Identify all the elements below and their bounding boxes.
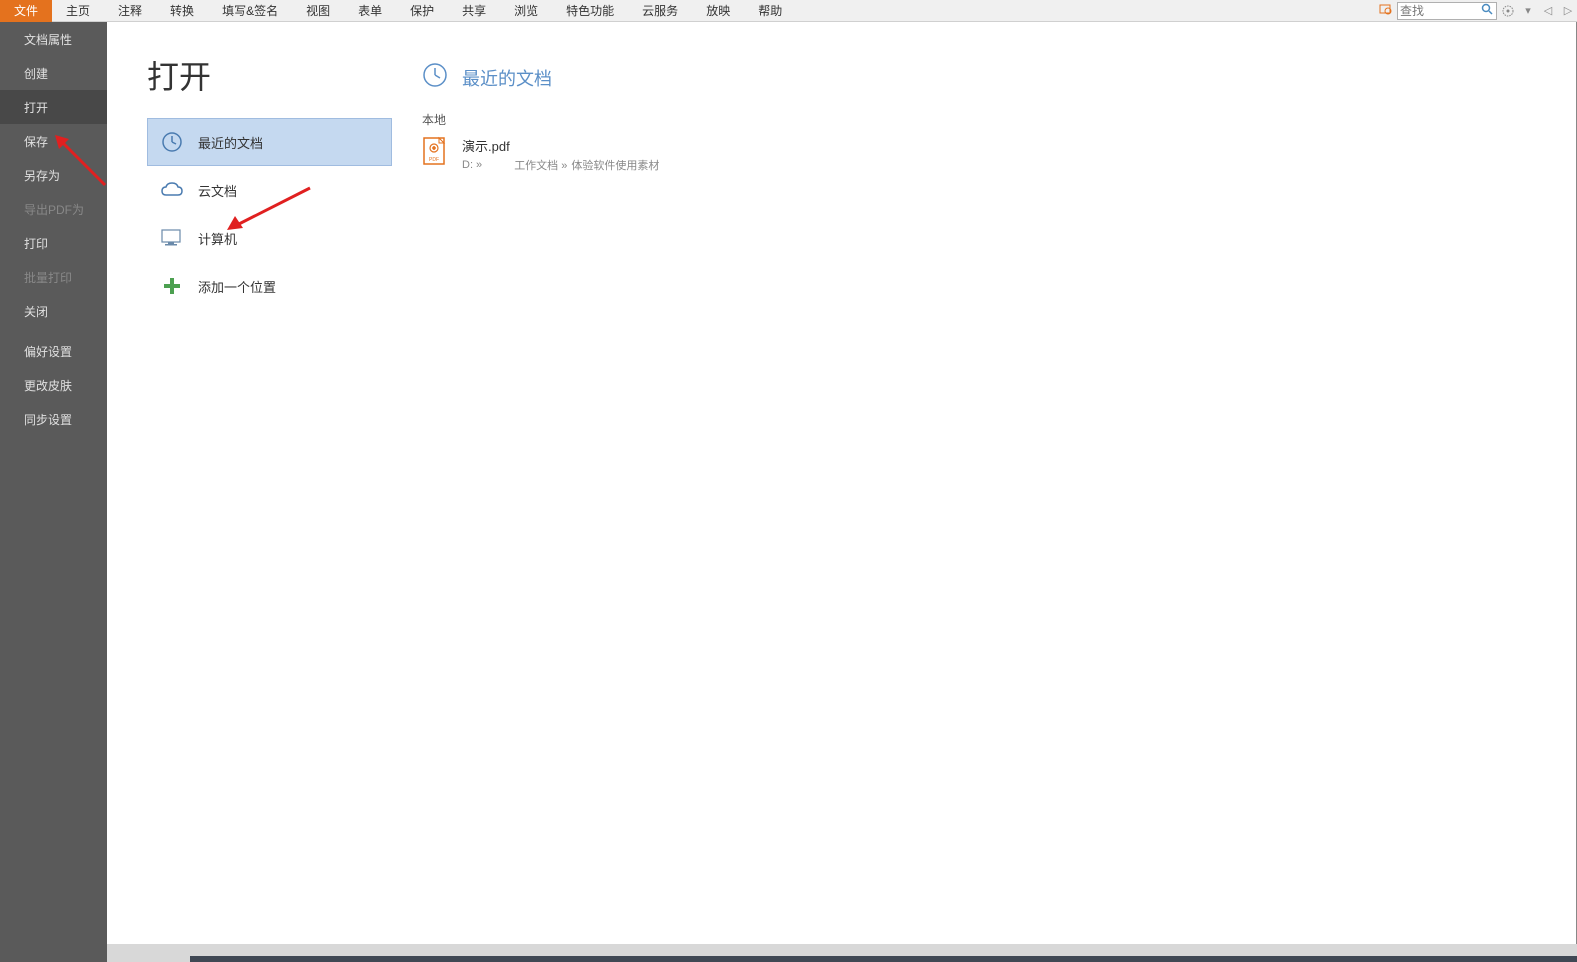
page-title: 打开: [147, 52, 392, 98]
menu-tab-feature[interactable]: 特色功能: [552, 0, 628, 22]
menu-tab-browse[interactable]: 浏览: [500, 0, 552, 22]
pdf-file-icon: PDF: [422, 136, 448, 166]
content-area: 打开 最近的文档 云文档: [107, 22, 1577, 962]
menu-tab-cloud[interactable]: 云服务: [628, 0, 692, 22]
search-tool-icon[interactable]: [1377, 2, 1395, 19]
detail-title: 最近的文档: [462, 65, 552, 91]
settings-icon[interactable]: [1499, 2, 1517, 20]
sidebar-item-save[interactable]: 保存: [0, 124, 107, 158]
svg-text:PDF: PDF: [429, 157, 439, 163]
menu-tab-comment[interactable]: 注释: [104, 0, 156, 22]
sidebar-item-preferences[interactable]: 偏好设置: [0, 334, 107, 368]
menu-tab-fillsign[interactable]: 填写&签名: [208, 0, 292, 22]
menu-tab-view[interactable]: 视图: [292, 0, 344, 22]
sub-item-cloud[interactable]: 云文档: [147, 166, 392, 214]
clock-icon: [160, 130, 184, 154]
sidebar-item-skin[interactable]: 更改皮肤: [0, 368, 107, 402]
file-sidebar: 文档属性 创建 打开 保存 另存为 导出PDF为 打印 批量打印 关闭 偏好设置…: [0, 22, 107, 962]
sidebar-item-create[interactable]: 创建: [0, 56, 107, 90]
nav-forward-icon[interactable]: ▷: [1559, 2, 1577, 20]
sidebar-item-sync[interactable]: 同步设置: [0, 402, 107, 436]
menu-tab-file[interactable]: 文件: [0, 0, 52, 22]
menu-tab-slideshow[interactable]: 放映: [692, 0, 744, 22]
clock-icon: [422, 62, 448, 93]
sidebar-item-open[interactable]: 打开: [0, 90, 107, 124]
sub-item-label: 添加一个位置: [198, 277, 276, 296]
sidebar-item-batchprint[interactable]: 批量打印: [0, 260, 107, 294]
menu-tab-protect[interactable]: 保护: [396, 0, 448, 22]
sub-item-label: 云文档: [198, 181, 237, 200]
sidebar-item-close[interactable]: 关闭: [0, 294, 107, 328]
menu-tab-home[interactable]: 主页: [52, 0, 104, 22]
recent-file-row[interactable]: PDF 演示.pdf D: » 工作文档 » 体验软件使用素材: [422, 136, 1576, 173]
plus-icon: [160, 274, 184, 298]
section-label-local: 本地: [422, 111, 1576, 128]
top-menu-bar: 文件 主页 注释 转换 填写&签名 视图 表单 保护 共享 浏览 特色功能 云服…: [0, 0, 1577, 22]
computer-icon: [160, 226, 184, 250]
sidebar-item-export[interactable]: 导出PDF为: [0, 192, 107, 226]
sidebar-item-print[interactable]: 打印: [0, 226, 107, 260]
menu-tab-share[interactable]: 共享: [448, 0, 500, 22]
search-button[interactable]: [1478, 2, 1496, 20]
search-box: [1397, 2, 1497, 20]
search-input[interactable]: [1398, 4, 1478, 18]
sub-item-computer[interactable]: 计算机: [147, 214, 392, 262]
sub-item-label: 计算机: [198, 229, 237, 248]
dropdown-icon[interactable]: ▾: [1519, 2, 1537, 20]
sidebar-item-properties[interactable]: 文档属性: [0, 22, 107, 56]
taskbar-sliver: [190, 956, 1577, 962]
file-path: D: » 工作文档 » 体验软件使用素材: [462, 157, 659, 173]
menu-tab-help[interactable]: 帮助: [744, 0, 796, 22]
sub-item-recent[interactable]: 最近的文档: [147, 118, 392, 166]
menu-tab-convert[interactable]: 转换: [156, 0, 208, 22]
menu-tab-form[interactable]: 表单: [344, 0, 396, 22]
sidebar-item-saveas[interactable]: 另存为: [0, 158, 107, 192]
sub-item-addlocation[interactable]: 添加一个位置: [147, 262, 392, 310]
file-name: 演示.pdf: [462, 136, 659, 155]
nav-back-icon[interactable]: ◁: [1539, 2, 1557, 20]
cloud-icon: [160, 178, 184, 202]
sub-item-label: 最近的文档: [198, 133, 263, 152]
